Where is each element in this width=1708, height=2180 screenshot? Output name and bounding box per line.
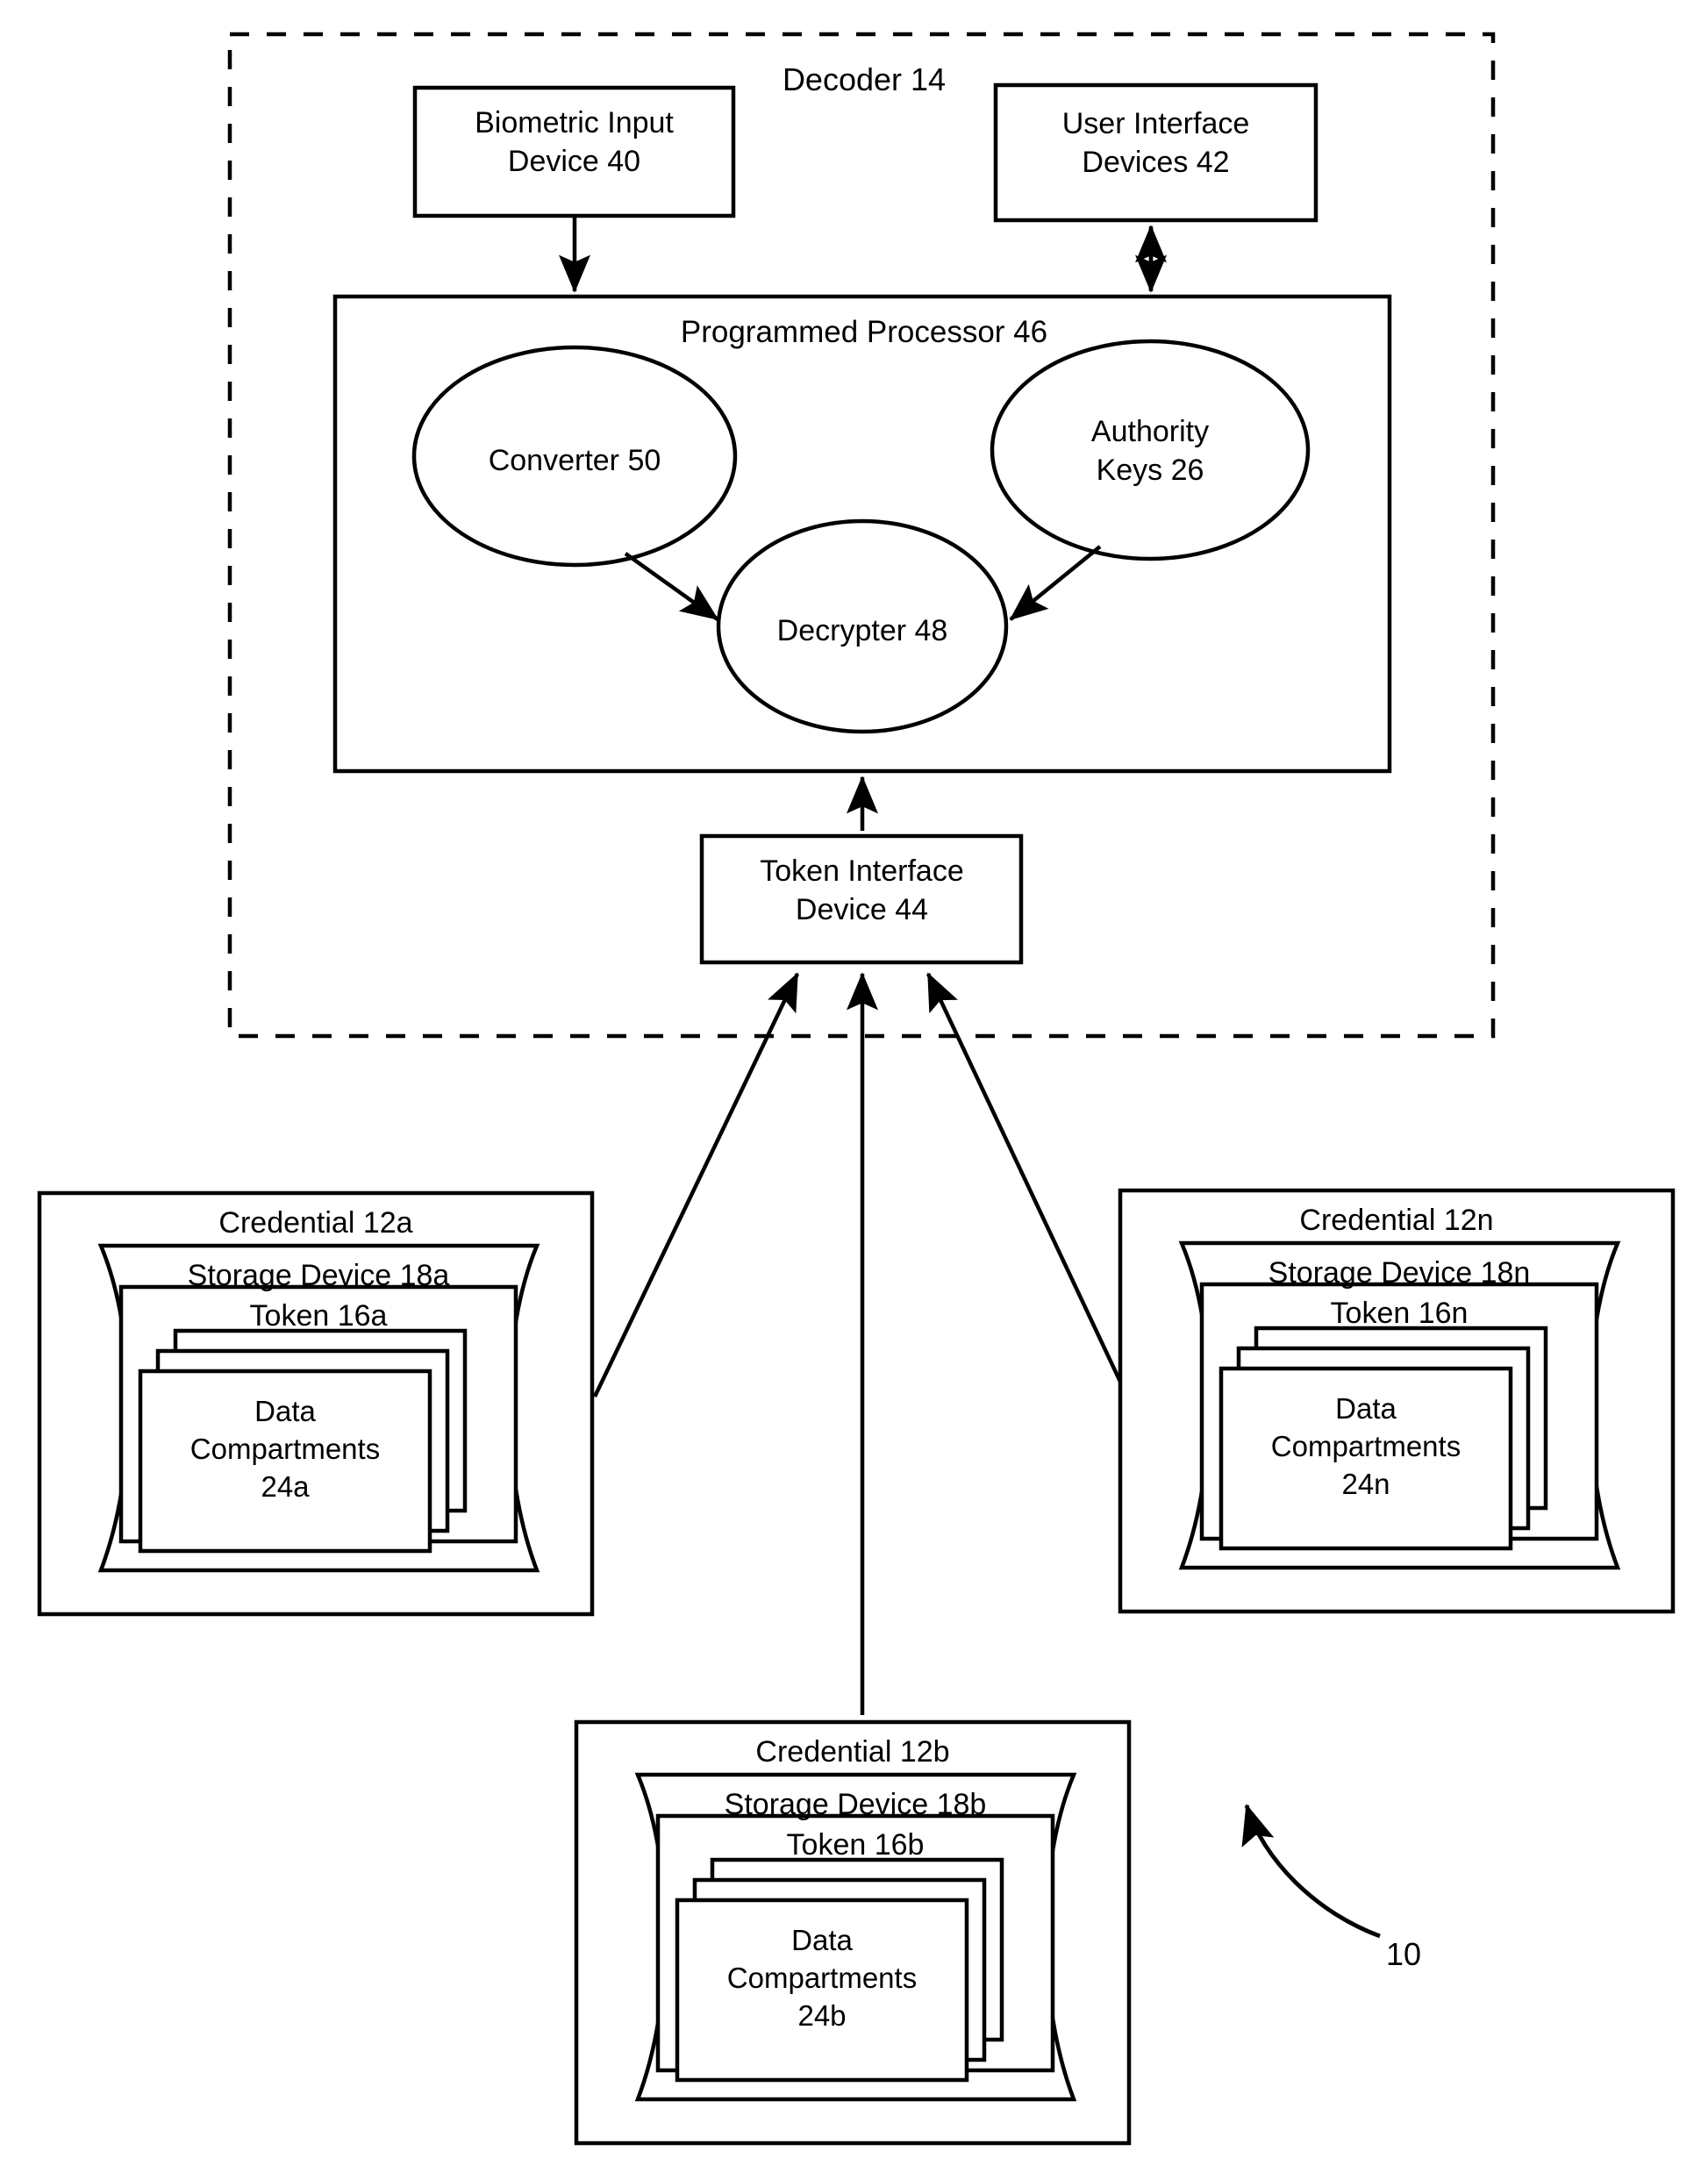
credential-12n-label: Credential 12n — [1299, 1204, 1494, 1237]
decrypter-label: Decrypter 48 — [776, 614, 948, 647]
user-interface-devices-label: User Interface Devices 42 — [1061, 107, 1250, 180]
reference-numeral-10-label: 10 — [1386, 1936, 1422, 1972]
token-16a-label: Token 16a — [249, 1299, 388, 1333]
authority-keys-label: Authority Keys 26 — [1090, 415, 1210, 488]
reference-numeral-leader-arrow — [1241, 1804, 1381, 1939]
credential-12b-label: Credential 12b — [755, 1735, 950, 1769]
storage-device-18n-label: Storage Device 18n — [1268, 1256, 1531, 1290]
token-16b-label: Token 16b — [786, 1828, 925, 1862]
storage-device-18b-label: Storage Device 18b — [724, 1788, 987, 1821]
data-compartments-24n-label: Data Compartments 24n — [1270, 1392, 1461, 1500]
programmed-processor-label: Programmed Processor 46 — [680, 315, 1048, 349]
patent-figure: Decoder 14 Biometric Input Device 40 Use… — [0, 0, 1708, 2180]
token-16n-label: Token 16n — [1330, 1297, 1469, 1330]
storage-device-18a-label: Storage Device 18a — [187, 1259, 450, 1292]
data-compartments-24a-label: Data Compartments 24a — [189, 1395, 381, 1503]
token-interface-device-label: Token Interface Device 44 — [760, 854, 964, 927]
decoder-title: Decoder 14 — [782, 61, 947, 97]
converter-label: Converter 50 — [488, 444, 661, 477]
biometric-input-device-label: Biometric Input Device 40 — [475, 106, 674, 179]
data-compartments-24b-label: Data Compartments 24b — [726, 1924, 918, 2032]
credential-12a-label: Credential 12a — [218, 1206, 413, 1240]
